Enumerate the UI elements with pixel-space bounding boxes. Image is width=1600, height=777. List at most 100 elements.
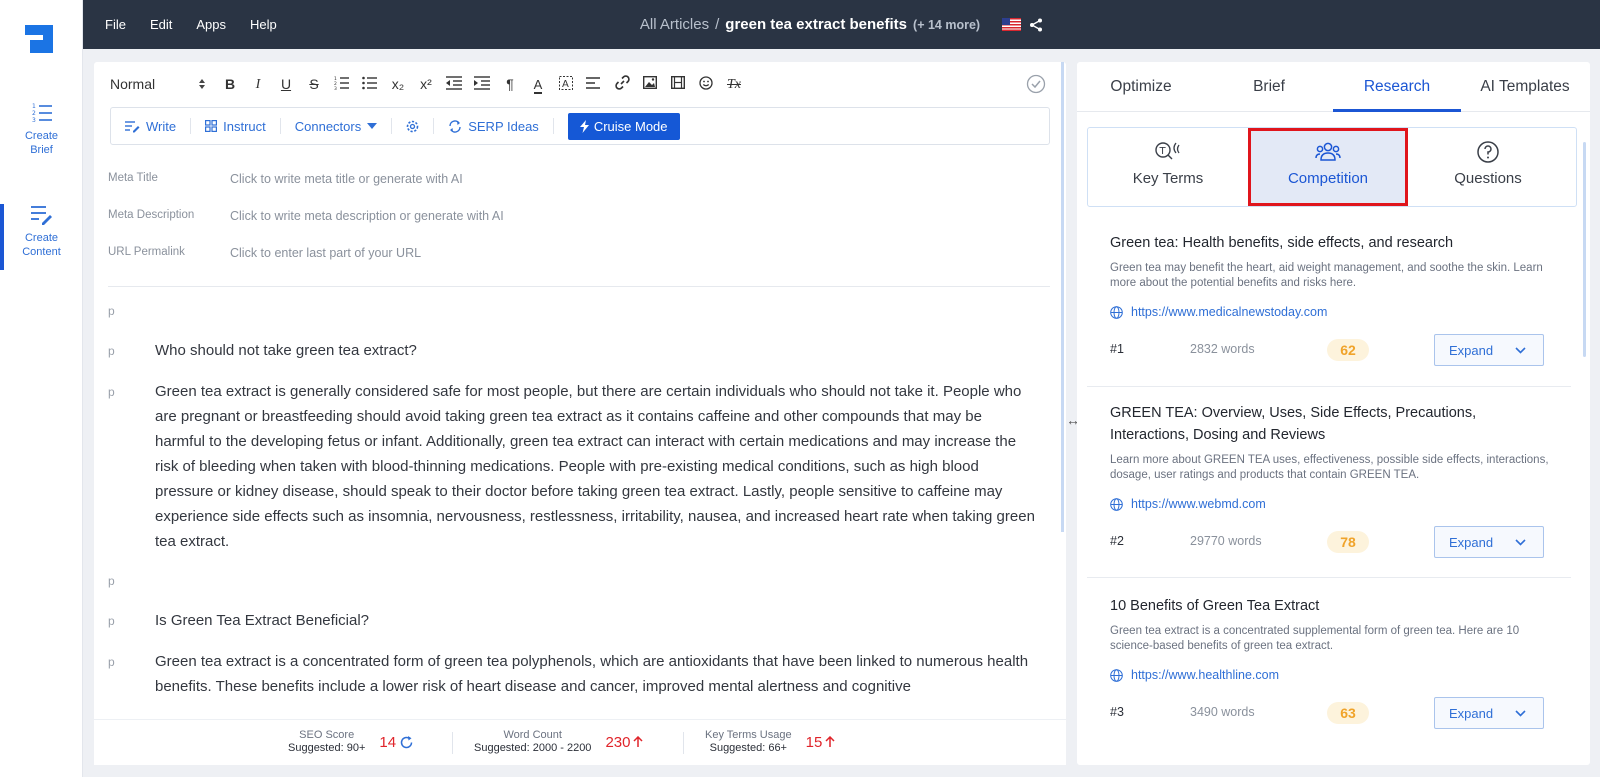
subtab-key-terms[interactable]: T Key Terms	[1088, 128, 1248, 206]
rail-create-content[interactable]: Create Content	[0, 204, 83, 270]
us-flag-icon[interactable]	[1002, 18, 1022, 31]
clear-format-button[interactable]: Tx	[720, 75, 748, 93]
serp-ideas-button[interactable]: SERP Ideas	[448, 119, 539, 134]
subtab-label: Competition	[1287, 170, 1369, 187]
refresh-icon[interactable]	[399, 735, 414, 750]
result-title[interactable]: Green tea: Health benefits, side effects…	[1110, 232, 1550, 254]
globe-icon	[1110, 497, 1123, 511]
divider	[190, 118, 192, 134]
editor-scrollbar[interactable]	[1061, 62, 1064, 532]
seo-score-suggested: Suggested: 90+	[288, 742, 366, 754]
app-logo[interactable]	[25, 25, 53, 53]
subtab-competition[interactable]: Competition	[1248, 128, 1408, 206]
result-score-badge: 62	[1327, 339, 1369, 361]
expand-button[interactable]: Expand	[1434, 697, 1544, 729]
breadcrumb-all-articles[interactable]: All Articles	[640, 16, 709, 33]
key-terms-label: Key Terms Usage	[705, 729, 792, 741]
menu-edit[interactable]: Edit	[150, 17, 172, 32]
video-icon[interactable]	[664, 75, 692, 92]
emoji-icon[interactable]	[692, 75, 720, 93]
italic-button[interactable]: I	[244, 75, 272, 93]
subtab-label: Key Terms	[1132, 170, 1204, 187]
outdent-icon[interactable]	[440, 75, 468, 93]
caret-down-icon	[367, 123, 378, 129]
meta-title-field[interactable]: Click to write meta title or generate wi…	[230, 172, 730, 186]
font-color-icon[interactable]: A	[524, 76, 552, 94]
paragraph-format-select[interactable]: Normal	[110, 76, 206, 92]
tab-research[interactable]: Research	[1333, 62, 1461, 112]
block-type-tag: p	[108, 614, 115, 628]
editor-panel: Normal B I U S 123 x₂ x² ¶ A A Tx Write …	[94, 62, 1066, 765]
word-count-stat: Word Count Suggested: 2000 - 2200 230	[474, 729, 643, 755]
underline-button[interactable]: U	[272, 76, 300, 92]
main-menu: File Edit Apps Help	[105, 0, 301, 49]
result-url-link[interactable]: https://www.webmd.com	[1110, 497, 1266, 511]
url-permalink-label: URL Permalink	[108, 246, 185, 258]
tab-ai-templates[interactable]: AI Templates	[1461, 62, 1589, 112]
svg-text:3: 3	[334, 86, 337, 90]
instruct-button[interactable]: Instruct	[205, 119, 266, 134]
more-articles-count[interactable]: (+ 14 more)	[913, 18, 980, 32]
tab-brief[interactable]: Brief	[1205, 62, 1333, 112]
seo-score-label: SEO Score	[299, 729, 355, 741]
chevron-down-icon	[1515, 346, 1526, 354]
share-icon[interactable]	[1029, 18, 1043, 32]
check-circle-icon[interactable]	[1026, 74, 1046, 94]
strikethrough-button[interactable]: S	[300, 76, 328, 92]
result-url-link[interactable]: https://www.medicalnewstoday.com	[1110, 305, 1327, 319]
bold-button[interactable]: B	[216, 76, 244, 92]
block-type-tag: p	[108, 344, 115, 358]
link-icon[interactable]	[608, 75, 636, 93]
research-subtabs: T Key Terms Competition Questions	[1087, 127, 1577, 207]
expand-button[interactable]: Expand	[1434, 334, 1544, 366]
result-description: Green tea may benefit the heart, aid wei…	[1110, 262, 1543, 289]
result-rank: #1	[1110, 342, 1124, 356]
expand-button[interactable]: Expand	[1434, 526, 1544, 558]
menu-help[interactable]: Help	[250, 17, 277, 32]
indent-icon[interactable]	[468, 75, 496, 93]
competitor-result: Green tea: Health benefits, side effects…	[1087, 232, 1571, 387]
meta-title-label: Meta Title	[108, 172, 158, 184]
result-description: Green tea extract is a concentrated supp…	[1110, 625, 1520, 652]
ordered-list-icon[interactable]: 123	[328, 76, 356, 93]
rail-create-brief[interactable]: 123 Create Brief	[0, 102, 83, 157]
subscript-button[interactable]: x₂	[384, 76, 412, 92]
result-title[interactable]: 10 Benefits of Green Tea Extract	[1110, 595, 1550, 617]
users-icon	[1315, 142, 1341, 161]
competitor-result: 10 Benefits of Green Tea Extract Green t…	[1087, 595, 1571, 755]
menu-apps[interactable]: Apps	[196, 17, 226, 32]
superscript-button[interactable]: x²	[412, 76, 440, 92]
image-icon[interactable]	[636, 75, 664, 92]
breadcrumb: All Articles / green tea extract benefit…	[83, 0, 1600, 49]
paragraph-direction-button[interactable]: ¶	[496, 76, 524, 92]
panel-tabs: Optimize Brief Research AI Templates	[1077, 62, 1590, 112]
key-terms-stat: Key Terms Usage Suggested: 66+ 15	[705, 729, 835, 755]
result-title[interactable]: GREEN TEA: Overview, Uses, Side Effects,…	[1110, 402, 1550, 446]
align-icon[interactable]	[580, 76, 608, 93]
meta-description-field[interactable]: Click to write meta description or gener…	[230, 209, 730, 223]
write-button[interactable]: Write	[125, 119, 176, 134]
panel-scrollbar[interactable]	[1583, 142, 1586, 357]
result-url-link[interactable]: https://www.healthline.com	[1110, 668, 1279, 682]
result-description: Learn more about GREEN TEA uses, effecti…	[1110, 454, 1549, 481]
result-rank: #3	[1110, 705, 1124, 719]
article-title[interactable]: green tea extract benefits	[725, 16, 907, 33]
highlight-icon[interactable]: A	[552, 75, 580, 93]
chevron-down-icon	[1515, 538, 1526, 546]
settings-button[interactable]	[406, 120, 419, 133]
connectors-dropdown[interactable]: Connectors	[295, 119, 378, 134]
svg-text:1: 1	[32, 103, 36, 110]
paragraph-block[interactable]: p Green tea extract is a concentrated fo…	[108, 655, 1038, 717]
tab-optimize[interactable]: Optimize	[1077, 62, 1205, 112]
menu-file[interactable]: File	[105, 17, 126, 32]
divider	[433, 118, 435, 134]
refresh-icon	[449, 119, 461, 133]
divider	[683, 732, 684, 754]
bullet-list-icon[interactable]	[356, 76, 384, 93]
seo-score-stat: SEO Score Suggested: 90+ 14	[288, 729, 414, 755]
subtab-questions[interactable]: Questions	[1408, 128, 1568, 206]
url-permalink-field[interactable]: Click to enter last part of your URL	[230, 246, 730, 260]
result-score-badge: 78	[1327, 531, 1369, 553]
block-type-tag: p	[108, 304, 115, 318]
cruise-mode-button[interactable]: Cruise Mode	[567, 112, 680, 140]
